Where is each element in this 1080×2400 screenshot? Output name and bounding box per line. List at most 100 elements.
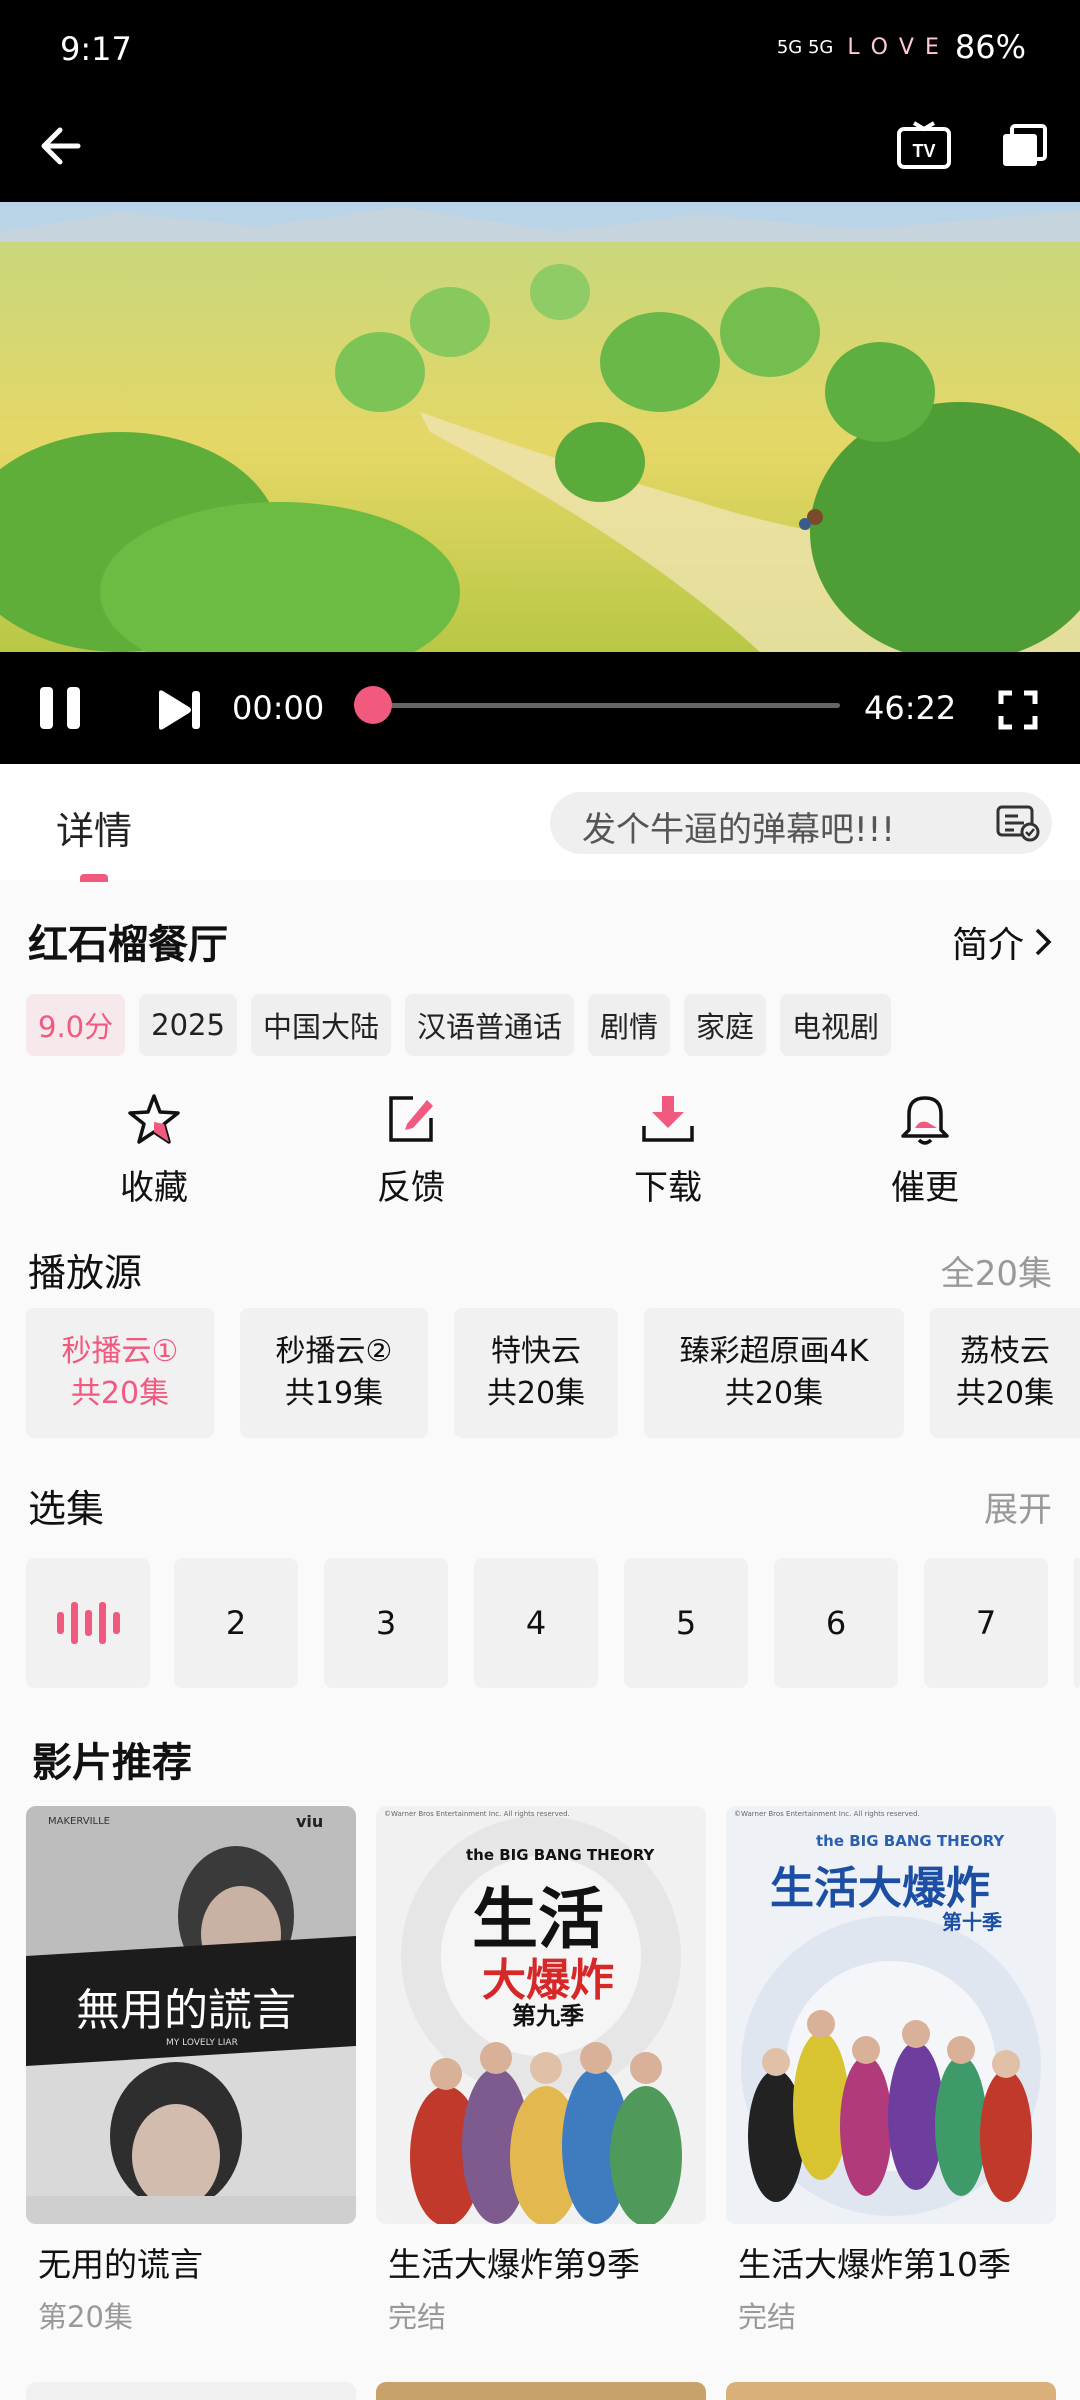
recommend-card-partial[interactable]	[376, 2382, 706, 2400]
back-icon[interactable]	[32, 118, 88, 174]
episode-item[interactable]: 4	[474, 1558, 598, 1688]
progress-thumb[interactable]	[354, 686, 392, 724]
download-icon	[642, 1096, 694, 1142]
recommend-card-partial[interactable]	[726, 2382, 1056, 2400]
now-playing-icon	[57, 1602, 120, 1644]
recommend-status: 完结	[388, 2300, 447, 2334]
pause-icon[interactable]	[38, 682, 82, 734]
episodes-expand[interactable]: 展开	[984, 1482, 1052, 1531]
episode-item[interactable]: 7	[924, 1558, 1048, 1688]
tab-detail[interactable]: 详情	[56, 800, 132, 855]
video-player[interactable]	[0, 202, 1080, 652]
next-episode-icon[interactable]	[156, 684, 202, 736]
svg-text:TV: TV	[912, 141, 935, 161]
source-name: 秒播云②	[275, 1334, 393, 1369]
status-decoration: L O V E	[847, 34, 941, 60]
favorite-button[interactable]: 收藏	[74, 1092, 234, 1209]
type-tag: 电视剧	[780, 994, 892, 1056]
recommend-status: 第20集	[38, 2300, 133, 2334]
download-label: 下载	[634, 1168, 702, 1208]
source-item[interactable]: 特快云 共20集	[454, 1308, 618, 1438]
danmu-settings-icon[interactable]	[996, 804, 1040, 842]
intro-link[interactable]: 简介	[952, 916, 1052, 968]
source-name: 荔枝云	[960, 1334, 1050, 1369]
poster-season: 第九季	[512, 2002, 584, 2030]
action-row: 收藏 反馈 下载 催更	[0, 1092, 1080, 1212]
source-item[interactable]: 秒播云② 共19集	[240, 1308, 428, 1438]
svg-text:MAKERVILLE: MAKERVILLE	[48, 1816, 110, 1827]
star-icon	[128, 1094, 180, 1144]
recommend-card-partial[interactable]	[26, 2382, 356, 2400]
recommend-name: 生活大爆炸第9季	[388, 2245, 640, 2284]
duration: 46:22	[864, 689, 957, 727]
poster-copyright: ©Warner Bros Entertainment Inc. All righ…	[384, 1810, 570, 1818]
intro-label: 简介	[951, 925, 1024, 966]
poster-image: MAKERVILLE viu 無用的謊言 MY LOVELY LIAR	[26, 1806, 356, 2224]
network-indicator: 5G 5G	[776, 36, 834, 58]
recommend-name: 生活大爆炸第10季	[738, 2245, 1011, 2284]
feedback-label: 反馈	[377, 1168, 445, 1208]
recommend-title: 影片推荐	[32, 1740, 192, 1786]
current-time: 00:00	[232, 689, 325, 727]
poster-image: ©Warner Bros Entertainment Inc. All righ…	[376, 1806, 706, 2224]
favorite-label: 收藏	[120, 1168, 188, 1208]
source-name: 臻彩超原画4K	[679, 1334, 869, 1369]
recommend-card[interactable]: ©Warner Bros Entertainment Inc. All righ…	[726, 1806, 1056, 2336]
source-count: 共20集	[486, 1376, 586, 1411]
download-button[interactable]: 下载	[588, 1092, 748, 1209]
status-time: 9:17	[60, 30, 132, 68]
picture-in-picture-icon[interactable]	[996, 118, 1052, 174]
source-count: 共19集	[284, 1376, 384, 1411]
source-item[interactable]: 荔枝云 共20集	[930, 1308, 1080, 1438]
source-count: 共20集	[955, 1376, 1055, 1411]
episode-item-partial[interactable]	[1074, 1558, 1080, 1688]
tab-indicator	[80, 874, 108, 882]
recommend-name: 无用的谎言	[38, 2245, 203, 2284]
score-tag: 9.0分	[26, 994, 126, 1056]
source-count: 共20集	[724, 1376, 824, 1411]
source-count: 共20集	[70, 1376, 170, 1411]
progress-track[interactable]	[370, 703, 840, 708]
episode-item[interactable]: 5	[624, 1558, 748, 1688]
source-name: 特快云	[491, 1334, 581, 1369]
episode-1-playing[interactable]	[26, 1558, 150, 1688]
status-indicators: 5G 5G L O V E 86%	[777, 28, 1026, 66]
genre-tag: 家庭	[683, 994, 766, 1056]
episode-item[interactable]: 3	[324, 1558, 448, 1688]
recommend-card[interactable]: MAKERVILLE viu 無用的謊言 MY LOVELY LIAR 无用的谎…	[26, 1806, 356, 2336]
source-item[interactable]: 秒播云① 共20集	[26, 1308, 214, 1438]
recommend-status: 完结	[738, 2300, 797, 2334]
source-item[interactable]: 臻彩超原画4K 共20集	[644, 1308, 904, 1438]
sources-title: 播放源	[28, 1251, 143, 1295]
language-tag: 汉语普通话	[404, 994, 574, 1056]
feedback-button[interactable]: 反馈	[331, 1092, 491, 1209]
chevron-right-icon	[1035, 928, 1052, 956]
source-name: 秒播云①	[61, 1334, 179, 1369]
region-tag: 中国大陆	[250, 994, 391, 1056]
poster-brand: viu	[296, 1812, 324, 1831]
poster-tagline: MY LOVELY LIAR	[166, 2038, 238, 2048]
recommend-card[interactable]: ©Warner Bros Entertainment Inc. All righ…	[376, 1806, 706, 2336]
year-tag: 2025	[139, 994, 237, 1056]
tv-cast-icon[interactable]: TV	[896, 118, 952, 174]
remind-update-button[interactable]: 催更	[845, 1092, 1005, 1209]
poster-top: the BIG BANG THEORY	[466, 1846, 655, 1864]
edit-icon	[389, 1096, 433, 1142]
episode-item[interactable]: 2	[174, 1558, 298, 1688]
app-screen: { "status": { "time": "9:17", "network":…	[0, 0, 1080, 2400]
battery-level: 86%	[954, 28, 1026, 66]
danmu-input[interactable]: 发个牛逼的弹幕吧!!!	[550, 792, 1052, 854]
show-title: 红石榴餐厅	[28, 922, 228, 968]
poster-title: 無用的謊言	[76, 1985, 296, 2036]
fullscreen-icon[interactable]	[998, 684, 1038, 736]
poster-top: the BIG BANG THEORY	[816, 1832, 1005, 1850]
danmu-placeholder: 发个牛逼的弹幕吧!!!	[582, 810, 895, 850]
episode-item[interactable]: 6	[774, 1558, 898, 1688]
genre-tag: 剧情	[587, 994, 670, 1056]
bell-icon	[901, 1096, 949, 1145]
sources-total[interactable]: 全20集	[941, 1246, 1052, 1295]
tag-list: 9.0分 2025 中国大陆 汉语普通话 剧情 家庭 电视剧	[26, 994, 892, 1056]
poster-season: 第十季	[942, 1910, 1002, 1934]
poster-copyright: ©Warner Bros Entertainment Inc. All righ…	[734, 1810, 920, 1818]
remind-update-label: 催更	[891, 1168, 959, 1208]
